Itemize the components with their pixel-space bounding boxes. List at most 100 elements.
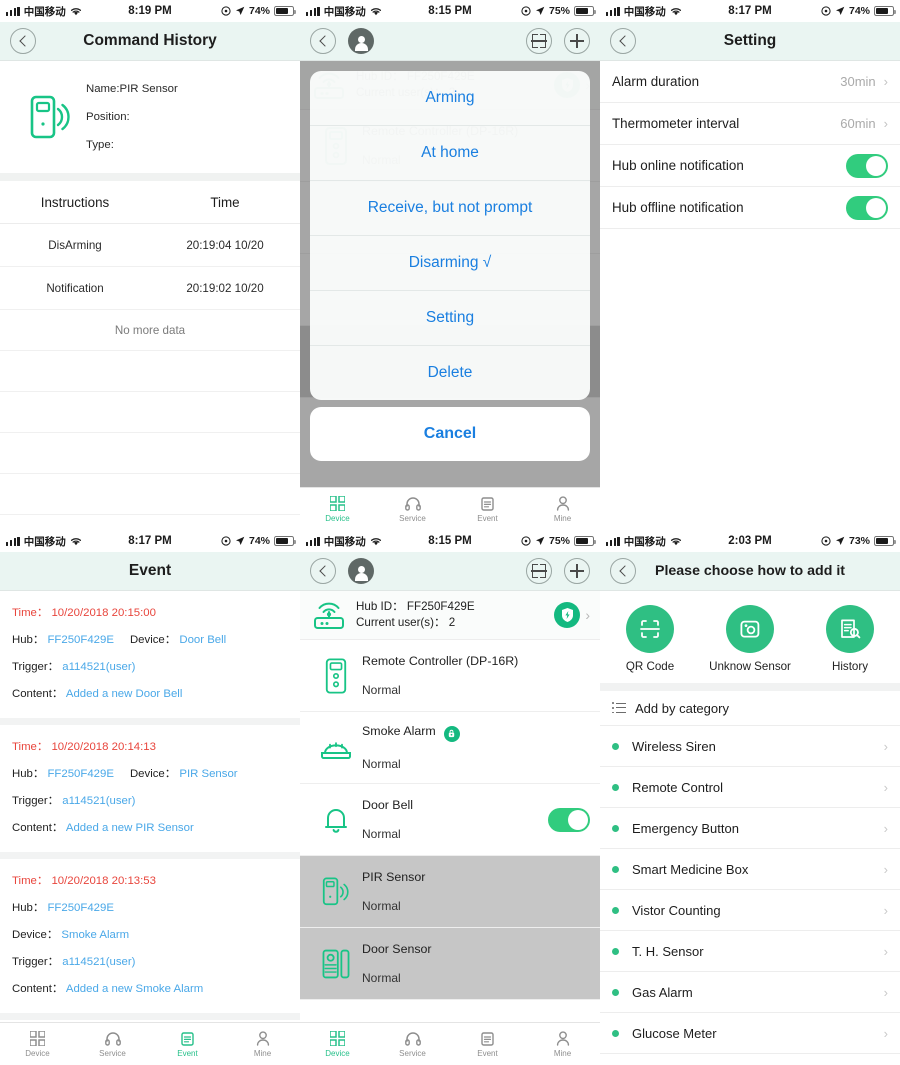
tab-label: Event (477, 1048, 498, 1058)
tab-service[interactable]: Service (375, 488, 450, 530)
device-state: Normal (362, 827, 401, 841)
tab-device[interactable]: Device (0, 1023, 75, 1065)
action-at-home[interactable]: At home (310, 126, 590, 181)
category-row-vistor-counting[interactable]: Vistor Counting › (600, 890, 900, 931)
status-right: 74% (221, 535, 296, 547)
tab-label: Service (399, 1048, 426, 1058)
tab-label: Event (177, 1048, 198, 1058)
category-row-smart-medicine-box[interactable]: Smart Medicine Box › (600, 849, 900, 890)
tab-mine[interactable]: Mine (525, 1023, 600, 1065)
tab-event[interactable]: Event (450, 488, 525, 530)
event-card[interactable]: Time： 10/20/2018 20:15:00 Hub： FF250F429… (0, 591, 300, 725)
event-trigger-key: Trigger： (12, 956, 60, 968)
action-arming[interactable]: Arming (310, 71, 590, 126)
tab-mine[interactable]: Mine (225, 1023, 300, 1065)
chevron-left-icon (618, 35, 631, 47)
add-method-qr-code[interactable]: QR Code (600, 605, 700, 673)
event-hub-value: FF250F429E (47, 634, 114, 646)
tab-event[interactable]: Event (450, 1023, 525, 1065)
category-row-remote-control[interactable]: Remote Control › (600, 767, 900, 808)
action-receive-not-prompt[interactable]: Receive, but not prompt (310, 181, 590, 236)
event-content-key: Content： (12, 983, 64, 995)
alarm-clock-icon (221, 6, 231, 16)
category-row-wireless-siren[interactable]: Wireless Siren › (600, 726, 900, 767)
event-time-key: Time： (12, 741, 49, 753)
tab-service[interactable]: Service (75, 1023, 150, 1065)
bullet-dot-icon (612, 783, 619, 791)
device-list-item[interactable]: Smoke Alarm Normal (300, 712, 600, 784)
tab-service[interactable]: Service (375, 1023, 450, 1065)
scan-qr-button[interactable] (526, 558, 552, 584)
action-sheet-options: Arming At home Receive, but not prompt D… (310, 71, 590, 400)
hub-online-notification-toggle[interactable] (846, 153, 888, 178)
status-bar: 中国移动 8:19 PM 74% (0, 0, 300, 22)
event-hub-device-line: Hub： FF250F429E Device： Door Bell (12, 627, 288, 654)
back-button[interactable] (610, 28, 636, 54)
add-method-history[interactable]: History (800, 605, 900, 673)
table-row[interactable]: DisArming 20:19:04 10/20 (0, 224, 300, 267)
add-device-button[interactable] (564, 558, 590, 584)
category-row-th-sensor[interactable]: T. H. Sensor › (600, 931, 900, 972)
hub-card[interactable]: Hub ID： FF250F429E Current user(s)： 2 › (300, 591, 600, 640)
category-row-gas-alarm[interactable]: Gas Alarm › (600, 972, 900, 1013)
device-name: Remote Controller (DP-16R) (362, 654, 519, 668)
signal-bars-icon (606, 6, 620, 16)
tab-mine[interactable]: Mine (525, 488, 600, 530)
lock-badge-icon[interactable] (443, 725, 460, 742)
tab-label: Event (477, 513, 498, 523)
battery-percent: 73% (848, 535, 870, 547)
action-setting[interactable]: Setting (310, 291, 590, 346)
carrier-label: 中国移动 (323, 5, 366, 18)
status-left: 中国移动 (606, 4, 682, 19)
setting-row-thermometer-interval[interactable]: Thermometer interval 60min › (600, 103, 900, 145)
back-button[interactable] (610, 558, 636, 584)
tab-event[interactable]: Event (150, 1023, 225, 1065)
setting-row-alarm-duration[interactable]: Alarm duration 30min › (600, 61, 900, 103)
user-avatar-icon[interactable] (348, 558, 374, 584)
alarm-clock-icon (221, 536, 231, 546)
setting-row-hub-offline-notification[interactable]: Hub offline notification (600, 187, 900, 229)
category-row-emergency-button[interactable]: Emergency Button › (600, 808, 900, 849)
add-device-button[interactable] (564, 28, 590, 54)
door-bell-toggle[interactable] (548, 807, 590, 832)
table-row[interactable]: Notification 20:19:02 10/20 (0, 267, 300, 310)
setting-row-hub-online-notification[interactable]: Hub online notification (600, 145, 900, 187)
add-method-unknow-sensor[interactable]: Unknow Sensor (700, 605, 800, 673)
device-list-item[interactable]: PIR Sensor Normal (300, 856, 600, 928)
device-state: Normal (362, 899, 401, 913)
action-delete[interactable]: Delete (310, 346, 590, 400)
category-row-glucose-meter[interactable]: Glucose Meter › (600, 1013, 900, 1054)
device-list-item[interactable]: Door Sensor Normal (300, 928, 600, 1000)
qr-scan-icon (626, 605, 674, 653)
device-list-item[interactable]: Door Bell Normal (300, 784, 600, 856)
tab-device[interactable]: Device (300, 1023, 375, 1065)
content: Name:PIR Sensor Position: Type: Instruct… (0, 61, 300, 530)
device-state: Normal (362, 683, 401, 697)
user-avatar-icon[interactable] (348, 28, 374, 54)
device-list-item[interactable]: Remote Controller (DP-16R) Normal (300, 640, 600, 712)
action-disarming[interactable]: Disarming √ (310, 236, 590, 291)
hub-offline-notification-toggle[interactable] (846, 195, 888, 220)
shield-bolt-icon[interactable] (554, 602, 581, 628)
cell-instruction: Notification (46, 281, 104, 295)
event-time-key: Time： (12, 875, 49, 887)
panel-command-history: 中国移动 8:19 PM 74% Command History Name:PI… (0, 0, 300, 530)
tab-label: Device (325, 513, 350, 523)
event-card[interactable]: Time： 10/20/2018 20:14:13 Hub： FF250F429… (0, 725, 300, 859)
back-button[interactable] (10, 28, 36, 54)
wifi-icon (70, 537, 81, 545)
battery-percent: 74% (848, 5, 870, 17)
device-state: Normal (362, 971, 401, 985)
tab-label: Mine (553, 513, 572, 523)
panel-setting: 中国移动 8:17 PM 74% Setting Alarm duration … (600, 0, 900, 530)
event-hub-value: FF250F429E (47, 902, 114, 914)
cancel-button[interactable]: Cancel (310, 407, 590, 461)
scan-qr-button[interactable] (526, 28, 552, 54)
back-button[interactable] (310, 28, 336, 54)
event-card[interactable]: Time： 10/20/2018 20:13:53 Hub： FF250F429… (0, 859, 300, 1020)
status-left: 中国移动 (6, 4, 82, 19)
status-left: 中国移动 (606, 534, 682, 549)
back-button[interactable] (310, 558, 336, 584)
column-header-instructions: Instructions (40, 194, 110, 210)
tab-device[interactable]: Device (300, 488, 375, 530)
